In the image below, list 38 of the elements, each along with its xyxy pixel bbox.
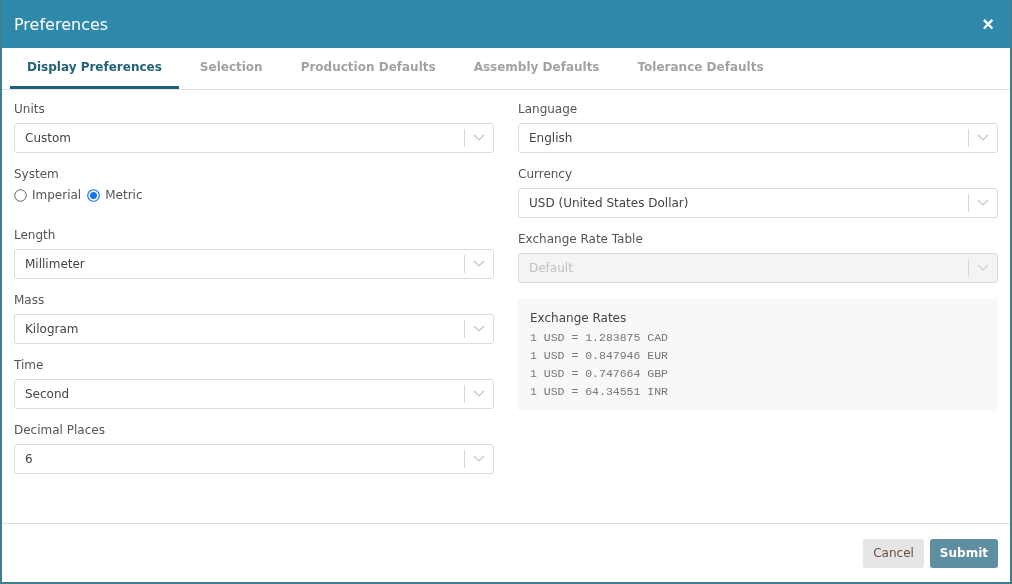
chevron-down-icon xyxy=(473,390,485,398)
exchange-rate-line: 1 USD = 0.847946 EUR xyxy=(530,348,670,364)
radio-button[interactable] xyxy=(87,188,101,202)
submit-button[interactable]: Submit xyxy=(929,538,998,568)
field-label: System xyxy=(14,167,60,181)
field-label: Units xyxy=(14,102,46,116)
select-field[interactable]: Millimeter xyxy=(14,249,494,279)
select-field[interactable]: English xyxy=(518,123,998,153)
close-button[interactable]: × xyxy=(978,14,998,34)
chevron-down-icon xyxy=(473,260,485,268)
select-field[interactable]: Kilogram xyxy=(14,314,494,344)
select-field[interactable]: Custom xyxy=(14,123,494,153)
field-label: Currency xyxy=(518,167,574,181)
select-field[interactable]: USD (United States Dollar) xyxy=(518,188,998,218)
chevron-down-icon xyxy=(977,134,989,142)
chevron-down-icon xyxy=(473,134,485,142)
select-field[interactable]: 6 xyxy=(14,444,494,474)
panel-title: Exchange Rates xyxy=(530,311,628,325)
chevron-down-icon xyxy=(473,455,485,463)
field-label: Exchange Rate Table xyxy=(518,232,644,246)
radio-option[interactable]: Imperial xyxy=(14,188,82,202)
chevron-down-icon xyxy=(977,199,989,207)
exchange-rate-line: 1 USD = 0.747664 GBP xyxy=(530,366,670,382)
field-label: Decimal Places xyxy=(14,423,106,437)
window-title: Preferences xyxy=(14,14,109,34)
field-label: Time xyxy=(14,358,45,372)
chevron-down-icon xyxy=(977,264,989,272)
chevron-down-icon xyxy=(473,325,485,333)
field-label: Mass xyxy=(14,293,46,307)
radio-button[interactable] xyxy=(14,188,27,202)
field-label: Length xyxy=(14,228,57,242)
cancel-button[interactable]: Cancel xyxy=(863,538,924,568)
exchange-rate-line: 1 USD = 1.283875 CAD xyxy=(530,330,670,346)
radio-option[interactable]: Metric xyxy=(87,188,143,202)
exchange-rate-line: 1 USD = 64.34551 INR xyxy=(530,384,670,400)
select-field[interactable]: Second xyxy=(14,379,494,409)
field-label: Language xyxy=(518,102,579,116)
tab[interactable]: Display Preferences xyxy=(10,48,179,89)
